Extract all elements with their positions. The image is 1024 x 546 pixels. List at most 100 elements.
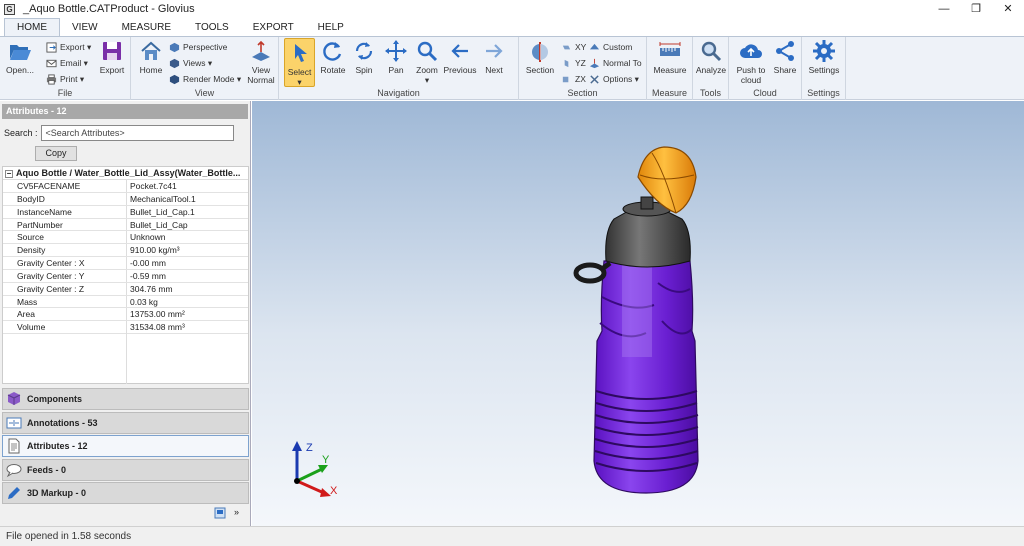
attribute-value: Pocket.7c41: [130, 181, 177, 191]
attribute-key: PartNumber: [3, 218, 127, 231]
attribute-row[interactable]: Gravity Center : X -0.00 mm: [3, 257, 248, 270]
maximize-button[interactable]: ❐: [960, 0, 992, 18]
pan-icon: [385, 40, 407, 62]
arrow-right-icon: [486, 44, 503, 58]
ribbon: Open... Export ▾ Email ▾ Print ▾ Export …: [0, 36, 1024, 100]
search-input[interactable]: <Search Attributes>: [40, 125, 234, 141]
printer-icon: [46, 73, 57, 85]
previous-button[interactable]: Previous: [442, 39, 478, 75]
measure-button[interactable]: Measure: [652, 39, 688, 75]
search-row: Search : <Search Attributes>: [4, 125, 234, 141]
panel-options-icon[interactable]: [214, 507, 226, 519]
select-button[interactable]: Select ▾: [284, 38, 315, 87]
attribute-row[interactable]: Density 910.00 kg/m³: [3, 244, 248, 258]
settings-button[interactable]: Settings: [806, 39, 842, 75]
ribbon-tabbar: HOME VIEW MEASURE TOOLS EXPORT HELP: [0, 18, 1024, 36]
spin-button[interactable]: Spin: [349, 39, 379, 75]
open-button[interactable]: Open...: [4, 39, 36, 75]
share-button[interactable]: Share: [771, 39, 799, 75]
document-icon: [8, 438, 20, 454]
tab-tools[interactable]: TOOLS: [183, 19, 241, 36]
window-title: _Aquo Bottle.CATProduct - Glovius: [23, 3, 195, 15]
home-icon: [141, 41, 161, 60]
axis-z-label: Z: [306, 442, 313, 454]
custom-plane-icon: [589, 43, 600, 49]
section-xy-button[interactable]: XY: [561, 40, 586, 54]
view-normal-button[interactable]: View Normal: [245, 39, 277, 85]
normal-to-button[interactable]: Normal To: [589, 56, 642, 70]
arrow-left-icon: [451, 44, 468, 58]
analyze-icon: [701, 41, 722, 62]
panel-footer: »: [214, 507, 239, 519]
options-button[interactable]: Options ▾: [589, 72, 639, 86]
attribute-row[interactable]: Gravity Center : Z 304.76 mm: [3, 282, 248, 296]
attribute-value: Unknown: [130, 232, 166, 243]
section-zx-button[interactable]: ZX: [561, 72, 586, 86]
window-controls: — ❐ ✕: [928, 0, 1024, 18]
search-label: Search :: [4, 128, 38, 138]
attribute-key: Density: [3, 244, 127, 257]
next-button[interactable]: Next: [479, 39, 509, 75]
cloud-group-label: Cloud: [753, 88, 777, 98]
measure-group: Measure Measure: [647, 37, 693, 100]
export-small-button[interactable]: Export ▾: [46, 40, 91, 54]
section-yz-button[interactable]: YZ: [561, 56, 586, 70]
spin-icon: [355, 42, 373, 60]
copy-button[interactable]: Copy: [35, 146, 77, 161]
tab-export[interactable]: EXPORT: [241, 19, 306, 36]
email-button[interactable]: Email ▾: [46, 56, 88, 70]
axis-x-label: X: [330, 485, 338, 497]
section-custom-button[interactable]: Custom: [589, 40, 632, 54]
attribute-row[interactable]: Area 13753.00 mm²: [3, 308, 248, 322]
export-icon: [46, 41, 57, 53]
analyze-button[interactable]: Analyze: [695, 39, 727, 75]
views-button[interactable]: Views ▾: [169, 56, 212, 70]
attribute-row[interactable]: Source Unknown: [3, 231, 248, 245]
navigation-group-label: Navigation: [377, 88, 420, 98]
3d-viewport[interactable]: Z Y X: [252, 101, 1024, 526]
annotations-tab[interactable]: Annotations - 53: [2, 412, 249, 434]
export-button[interactable]: Export: [96, 39, 128, 75]
attribute-row[interactable]: PartNumber Bullet_Lid_Cap: [3, 218, 248, 232]
expand-chevron-icon[interactable]: »: [234, 507, 239, 519]
rotate-button[interactable]: Rotate: [318, 39, 348, 75]
column-divider: [126, 326, 127, 384]
attribute-value: -0.00 mm: [130, 258, 166, 269]
attribute-key: Area: [3, 308, 127, 321]
view-group-label: View: [194, 88, 215, 98]
tab-home[interactable]: HOME: [4, 18, 60, 36]
render-mode-button[interactable]: Render Mode ▾: [169, 72, 241, 86]
bottle-model[interactable]: Z Y X: [252, 101, 1024, 526]
axis-triad: Z Y X: [292, 441, 338, 497]
attribute-value: 304.76 mm: [130, 283, 173, 294]
minimize-button[interactable]: —: [928, 0, 960, 18]
attribute-row[interactable]: InstanceName Bullet_Lid_Cap.1: [3, 205, 248, 219]
print-button[interactable]: Print ▾: [46, 72, 84, 86]
pan-button[interactable]: Pan: [381, 39, 411, 75]
zoom-button[interactable]: Zoom ▾: [412, 39, 442, 85]
close-button[interactable]: ✕: [992, 0, 1024, 18]
push-to-cloud-button[interactable]: Push to cloud: [733, 39, 769, 85]
attribute-tree-title[interactable]: − Aquo Bottle / Water_Bottle_Lid_Assy(Wat…: [3, 167, 248, 180]
feeds-tab[interactable]: Feeds - 0: [2, 459, 249, 481]
attribute-row[interactable]: CV5FACENAME Pocket.7c41: [3, 180, 248, 193]
components-tab[interactable]: Components: [2, 388, 249, 410]
attribute-row[interactable]: Gravity Center : Y -0.59 mm: [3, 269, 248, 283]
axis-y-label: Y: [322, 454, 330, 466]
3d-markup-tab[interactable]: 3D Markup - 0: [2, 482, 249, 504]
perspective-button[interactable]: Perspective: [169, 40, 227, 54]
tab-view[interactable]: VIEW: [60, 19, 110, 36]
section-group-label: Section: [567, 88, 598, 98]
section-button[interactable]: Section: [523, 39, 557, 75]
attribute-rows: CV5FACENAME Pocket.7c41 BodyID MechanicalTo…: [3, 180, 248, 335]
tab-help[interactable]: HELP: [306, 19, 356, 36]
tab-measure[interactable]: MEASURE: [110, 19, 183, 36]
home-button[interactable]: Home: [135, 39, 167, 75]
attribute-row[interactable]: BodyID MechanicalTool.1: [3, 192, 248, 206]
views-cube-icon: [169, 58, 180, 68]
attribute-row[interactable]: Mass 0.03 kg: [3, 295, 248, 309]
tools-group-label: Tools: [699, 88, 721, 98]
collapse-icon[interactable]: −: [5, 169, 13, 178]
attribute-key: Volume: [3, 321, 127, 334]
attributes-tab[interactable]: Attributes - 12: [2, 435, 249, 457]
